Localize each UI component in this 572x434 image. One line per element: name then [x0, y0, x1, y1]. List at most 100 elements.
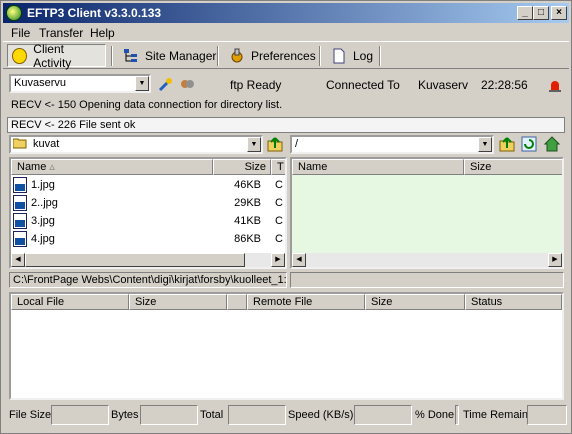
total-label: Total — [200, 409, 224, 421]
file-name: 4.jpg — [31, 233, 55, 245]
file-size-field — [51, 405, 109, 425]
scroll-thumb[interactable] — [25, 253, 245, 267]
site-select[interactable]: Kuvaservu ▼ — [9, 74, 151, 93]
file-type: C — [275, 179, 283, 191]
local-col-size[interactable]: Size — [213, 159, 271, 175]
alarm-light-icon — [547, 77, 563, 93]
log-line: RECV <- 150 Opening data connection for … — [11, 99, 283, 111]
minimize-button[interactable]: _ — [517, 6, 533, 20]
disconnect-icon[interactable] — [179, 76, 195, 92]
connected-host: Kuvaserv — [418, 78, 469, 92]
local-file-list[interactable]: Name ▵ Size T 1.jpg 46KB C 2..jpg 29KB C 3.jpg… — [9, 157, 287, 269]
ftp-status-text: ftp Ready — [230, 78, 282, 92]
local-horizontal-scrollbar[interactable]: ◀ ▶ — [11, 253, 285, 267]
sort-asc-icon: ▵ — [49, 161, 55, 173]
remote-parent-folder-icon[interactable] — [499, 136, 515, 152]
local-parent-folder-icon[interactable] — [267, 136, 283, 152]
local-col-type[interactable]: T — [271, 159, 285, 175]
connect-icon[interactable] — [158, 76, 174, 92]
file-row[interactable]: 4.jpg 86KB C — [11, 230, 285, 248]
clock-time: 22:28:56 — [481, 78, 528, 92]
file-row[interactable]: 3.jpg 41KB C — [11, 212, 285, 230]
jpg-file-icon — [13, 195, 27, 211]
site-select-value: Kuvaservu — [14, 77, 66, 89]
file-size: 46KB — [234, 179, 261, 191]
connected-label: Connected To — [326, 78, 400, 92]
chevron-down-icon[interactable]: ▼ — [478, 137, 492, 152]
remote-folder-value: / — [295, 138, 299, 150]
chevron-down-icon[interactable]: ▼ — [247, 137, 261, 152]
client-activity-button[interactable]: Client Activity — [7, 41, 106, 70]
file-type: C — [275, 215, 283, 227]
menu-file[interactable]: File — [11, 26, 30, 40]
queue-col-remote-file[interactable]: Remote File — [247, 294, 365, 310]
file-size: 29KB — [234, 197, 261, 209]
log-panel: RECV <- 226 File sent ok — [7, 117, 565, 133]
queue-col-blank[interactable] — [227, 294, 247, 310]
file-type: C — [275, 233, 283, 245]
bytes-label: Bytes — [111, 409, 139, 421]
queue-col-status[interactable]: Status — [465, 294, 562, 310]
document-icon — [331, 48, 347, 64]
local-col-name[interactable]: Name ▵ — [11, 159, 213, 175]
preferences-button[interactable]: Preferences — [225, 44, 320, 67]
file-size: 86KB — [234, 233, 261, 245]
preferences-label: Preferences — [251, 48, 316, 63]
queue-col-size[interactable]: Size — [129, 294, 227, 310]
remote-horizontal-scrollbar[interactable]: ◀ ▶ — [292, 253, 562, 267]
menu-transfer[interactable]: Transfer — [39, 26, 83, 40]
remote-col-size[interactable]: Size — [464, 159, 562, 175]
chevron-down-icon[interactable]: ▼ — [135, 76, 149, 91]
file-row[interactable]: 2..jpg 29KB C — [11, 194, 285, 212]
time-remain-label: Time Remain — [463, 409, 528, 421]
scroll-left-icon[interactable]: ◀ — [11, 253, 25, 267]
app-window: EFTP3 Client v3.3.0.133 _ □ × File Trans… — [0, 0, 572, 434]
remote-folder-select[interactable]: / ▼ — [290, 135, 494, 154]
transfer-status-bar: File Size Bytes Total Speed (KB/s) % Don… — [3, 403, 569, 427]
local-folder-value: kuvat — [33, 138, 60, 150]
preferences-icon — [229, 48, 245, 64]
window-title: EFTP3 Client v3.3.0.133 — [27, 6, 162, 20]
jpg-file-icon — [13, 231, 27, 247]
percent-done-field — [455, 405, 459, 425]
remote-col-name[interactable]: Name — [292, 159, 464, 175]
title-bar[interactable]: EFTP3 Client v3.3.0.133 _ □ × — [3, 3, 569, 23]
local-folder-select[interactable]: kuvat ▼ — [9, 135, 263, 154]
site-manager-button[interactable]: Site Manager — [119, 44, 220, 67]
maximize-button[interactable]: □ — [533, 6, 549, 20]
close-button[interactable]: × — [551, 6, 567, 20]
file-type: C — [275, 197, 283, 209]
remote-file-list[interactable]: Name Size ◀ ▶ — [290, 157, 564, 269]
queue-col-local-file[interactable]: Local File — [11, 294, 129, 310]
smiley-icon — [12, 47, 28, 64]
scroll-right-icon[interactable]: ▶ — [271, 253, 285, 267]
log-button[interactable]: Log — [327, 44, 377, 67]
file-name: 3.jpg — [31, 215, 55, 227]
time-remain-field — [527, 405, 567, 425]
file-row[interactable]: 1.jpg 46KB C — [11, 176, 285, 194]
speed-label: Speed (KB/s) — [288, 409, 354, 421]
site-tree-icon — [123, 48, 139, 64]
toolbar: Client Activity Site Manager Preferences… — [3, 41, 569, 70]
jpg-file-icon — [13, 213, 27, 229]
scroll-left-icon[interactable]: ◀ — [292, 253, 306, 267]
client-activity-label: Client Activity — [33, 41, 72, 70]
file-name: 1.jpg — [31, 179, 55, 191]
file-size-label: File Size — [9, 409, 52, 421]
home-icon[interactable] — [543, 136, 561, 152]
file-size: 41KB — [234, 215, 261, 227]
menu-help[interactable]: Help — [90, 26, 115, 40]
menu-bar: File Transfer Help — [3, 24, 569, 42]
log-line: RECV <- 226 File sent ok — [11, 119, 136, 131]
total-field — [228, 405, 286, 425]
speed-field — [354, 405, 412, 425]
jpg-file-icon — [13, 177, 27, 193]
percent-done-label: % Done — [415, 409, 455, 421]
scroll-right-icon[interactable]: ▶ — [548, 253, 562, 267]
transfer-queue[interactable]: Local File Size Remote File Size Status — [9, 292, 564, 400]
local-path: C:\FrontPage Webs\Content\digi\kirjat\fo… — [9, 272, 287, 288]
refresh-icon[interactable] — [521, 136, 537, 152]
queue-col-size2[interactable]: Size — [365, 294, 465, 310]
bytes-field — [140, 405, 198, 425]
app-logo-icon — [6, 5, 22, 21]
